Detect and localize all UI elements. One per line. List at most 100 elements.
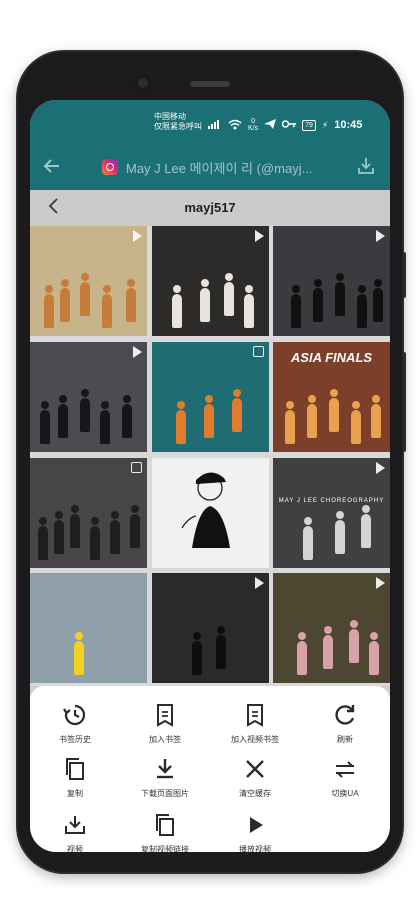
speed-unit: K/s: [248, 125, 259, 132]
post-thumbnail[interactable]: [30, 457, 147, 568]
post-thumbnail[interactable]: ASIA FINALS: [273, 341, 390, 452]
dancer-figure: [38, 516, 48, 560]
action-copy-video-link[interactable]: 复制视频链接: [120, 812, 210, 852]
dancer-figure: [203, 394, 214, 438]
key-icon: [281, 120, 297, 130]
action-video-download[interactable]: 视频: [30, 812, 120, 852]
speed-value: 0: [251, 118, 256, 125]
dancer-figure: [60, 279, 70, 322]
video-bookmark-icon: [242, 702, 268, 728]
action-label: 下载页面图片: [141, 789, 189, 798]
dancer-figure: [175, 400, 186, 444]
action-label: 书签历史: [59, 735, 91, 744]
action-label: 复制: [67, 789, 83, 798]
dancer-figure: [54, 510, 64, 554]
dancer-figure: [303, 516, 313, 560]
post-thumbnail[interactable]: [30, 226, 147, 336]
bookmark-icon: [152, 702, 178, 728]
wifi-icon: [228, 119, 242, 132]
carousel-icon: [252, 345, 264, 357]
action-switch-ua[interactable]: 切换UA: [300, 756, 390, 799]
dancer-figure: [335, 510, 345, 554]
action-play-video[interactable]: 播放视频: [210, 812, 300, 852]
send-icon: [264, 119, 277, 131]
action-clear-cache[interactable]: 清空缓存: [210, 756, 300, 799]
post-thumbnail[interactable]: [151, 226, 269, 336]
app-bar: May J Lee 메이제이 리 (@mayj...: [30, 144, 390, 190]
carousel-icon: [131, 461, 142, 473]
copy-icon: [62, 756, 88, 782]
network-speed: 0 K/s: [248, 118, 258, 132]
profile-header: mayj517: [30, 190, 390, 226]
page-title: May J Lee 메이제이 리 (@mayj...: [126, 161, 313, 176]
action-video-bookmark[interactable]: 加入视频书签: [210, 702, 300, 745]
action-label: 复制视频链接: [141, 845, 189, 852]
dancer-figure: [285, 400, 295, 444]
back-arrow-icon[interactable]: [42, 156, 64, 178]
profile-username: mayj517: [184, 200, 236, 215]
post-thumbnail[interactable]: [151, 341, 269, 452]
dancer-figure: [191, 632, 202, 676]
status-icons: 0 K/s 79 ⚡ 10:45: [208, 118, 362, 132]
dancer-figure: [70, 504, 80, 548]
dancer-figure: [373, 279, 383, 322]
dancer-figure: [110, 510, 120, 554]
dancer-figure: [349, 620, 359, 664]
dancer-figure: [199, 279, 210, 322]
play-video-icon: [242, 812, 268, 838]
status-bar: 中国移动 仅限紧急呼叫 0 K/s 79 ⚡ 10:45: [30, 100, 390, 144]
action-refresh[interactable]: 刷新: [300, 702, 390, 745]
video-play-icon: [254, 230, 264, 242]
clear-cache-icon: [242, 756, 268, 782]
asia-finals-tag: ASIA FINALS: [290, 349, 373, 365]
dancer-figure: [58, 394, 68, 438]
video-play-icon: [376, 230, 385, 242]
phone-frame: 中国移动 仅限紧急呼叫 0 K/s 79 ⚡ 10:45 May J Lee 메…: [18, 52, 406, 872]
action-label: 加入书签: [149, 735, 181, 744]
copy-video-link-icon: [152, 812, 178, 838]
action-sheet: 书签历史 加入书签 加入视频书签 刷新复制 下载页面图片 清空缓存 切换UA 视频 复制视频链接…: [30, 686, 390, 852]
carrier-info: 中国移动 仅限紧急呼叫: [154, 112, 202, 132]
dancer-figure: [102, 285, 112, 328]
dancer-figure: [80, 388, 90, 432]
download-icon[interactable]: [356, 156, 376, 176]
post-thumbnail[interactable]: MAY J LEE CHOREOGRAPHY: [273, 457, 390, 568]
dancer-figure: [171, 285, 182, 328]
switch-ua-icon: [332, 756, 358, 782]
dancer-figure: [122, 394, 132, 438]
post-thumbnail[interactable]: [30, 341, 147, 452]
action-download-images[interactable]: 下载页面图片: [120, 756, 210, 799]
post-thumbnail[interactable]: [273, 226, 390, 336]
dancer-figure: [100, 400, 110, 444]
post-thumbnail[interactable]: [30, 573, 147, 684]
post-thumbnail[interactable]: [273, 573, 390, 684]
volume-button: [402, 252, 406, 298]
dancer-figure: [40, 400, 50, 444]
instagram-icon: [102, 159, 118, 175]
action-history[interactable]: 书签历史: [30, 702, 120, 745]
charging-icon: ⚡: [321, 119, 329, 130]
post-thumbnail[interactable]: [151, 573, 269, 684]
action-copy[interactable]: 复制: [30, 756, 120, 799]
dancer-figure: [369, 632, 379, 676]
dancer-figure: [74, 632, 84, 676]
dancer-figure: [44, 285, 54, 328]
action-bookmark[interactable]: 加入书签: [120, 702, 210, 745]
emergency-only: 仅限紧急呼叫: [154, 122, 202, 131]
dancer-figure: [329, 388, 339, 432]
dancer-figure: [323, 626, 333, 670]
choreography-tag: MAY J LEE CHOREOGRAPHY: [278, 497, 385, 504]
post-grid: ASIA FINALS MAY J LEE CHOREOGRAPHY: [30, 226, 390, 686]
sketch-illustration: [180, 471, 230, 548]
history-icon: [62, 702, 88, 728]
signal-icon: [208, 119, 222, 131]
dancer-figure: [80, 273, 90, 316]
dancer-figure: [371, 394, 381, 438]
video-download-icon: [62, 812, 88, 838]
post-thumbnail[interactable]: [151, 457, 269, 568]
action-label: 清空缓存: [239, 789, 271, 798]
dancer-figure: [130, 504, 140, 548]
dancer-figure: [307, 394, 317, 438]
video-play-icon: [133, 230, 142, 242]
video-play-icon: [376, 577, 385, 590]
